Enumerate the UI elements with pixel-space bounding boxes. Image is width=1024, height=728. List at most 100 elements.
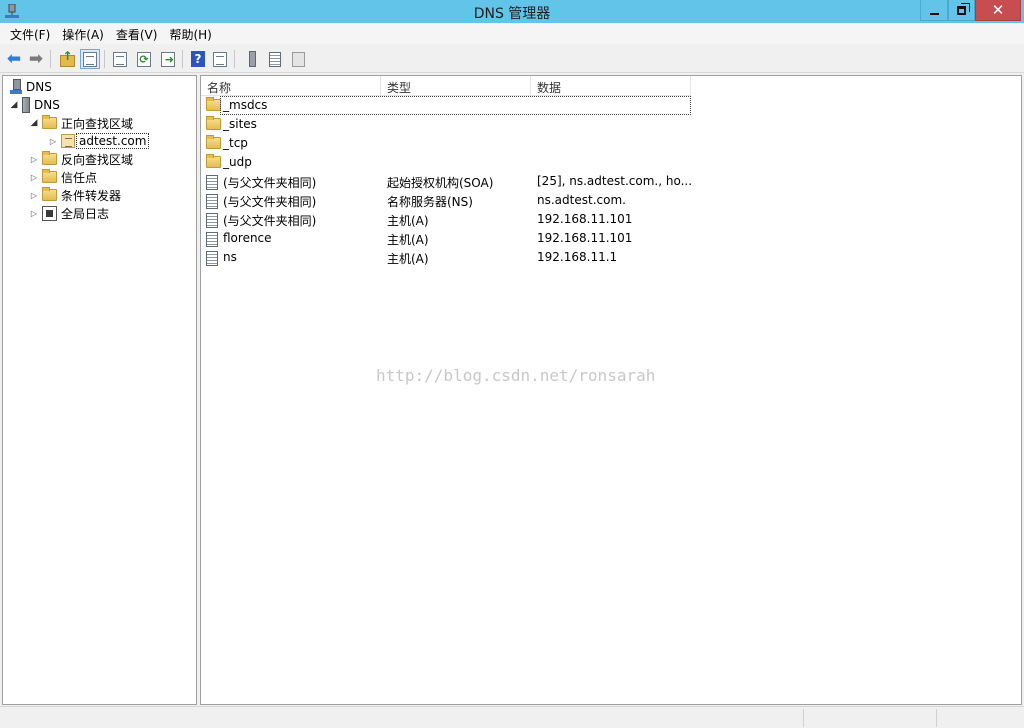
- minimize-icon: [929, 12, 939, 15]
- tree-node-trust-points[interactable]: ▷ 信任点: [29, 168, 97, 186]
- close-button[interactable]: ✕: [975, 0, 1021, 21]
- tree-node-label: DNS: [26, 80, 52, 94]
- folder-icon: [206, 97, 221, 111]
- status-bar: [0, 706, 1024, 728]
- row-name: _sites: [223, 117, 257, 131]
- column-header-data[interactable]: 数据: [531, 76, 691, 96]
- show-tree-icon: [83, 51, 97, 67]
- tree-node-label: adtest.com: [76, 133, 150, 149]
- watermark-text: http://blog.csdn.net/ronsarah: [376, 366, 656, 385]
- expand-arrow-icon[interactable]: ▷: [29, 209, 39, 218]
- back-button[interactable]: ⬅: [4, 49, 24, 69]
- tree-node-reverse-zones[interactable]: ▷ 反向查找区域: [29, 150, 133, 168]
- table-row[interactable]: _msdcs: [201, 96, 1023, 115]
- row-name: (与父文件夹相同): [223, 195, 317, 209]
- server-button[interactable]: [242, 49, 262, 69]
- row-type: 主机(A): [387, 252, 429, 266]
- record-icon: [206, 251, 218, 266]
- back-arrow-icon: ⬅: [6, 48, 22, 69]
- title-bar: DNS 管理器 ✕: [0, 0, 1024, 23]
- toolbar-separator: [50, 50, 51, 68]
- menu-help[interactable]: 帮助(H): [163, 23, 217, 44]
- forward-arrow-icon: ➡: [28, 48, 44, 69]
- dns-root-icon: [10, 79, 22, 95]
- export-list-button[interactable]: ➜: [158, 49, 178, 69]
- window-title: DNS 管理器: [473, 6, 551, 22]
- tree-node-label: 条件转发器: [61, 188, 122, 203]
- row-data: 192.168.11.101: [537, 231, 633, 245]
- table-row[interactable]: (与父文件夹相同) 主机(A) 192.168.11.101: [201, 210, 1023, 229]
- console-icon: [213, 51, 227, 67]
- expand-arrow-icon[interactable]: ▷: [29, 155, 39, 164]
- restore-icon: [957, 2, 970, 15]
- tree-node-adtest-com[interactable]: ▷ adtest.com: [48, 132, 150, 150]
- expand-arrow-icon[interactable]: ▷: [29, 173, 39, 182]
- list-header: 名称 类型 数据: [201, 76, 691, 96]
- show-hide-tree-button[interactable]: [80, 49, 100, 69]
- table-row[interactable]: _tcp: [201, 134, 1023, 153]
- tree-node-label: 信任点: [61, 170, 98, 185]
- row-name: (与父文件夹相同): [223, 214, 317, 228]
- row-name: florence: [223, 231, 272, 245]
- tree-node-label: 全局日志: [61, 206, 110, 221]
- toolbar-separator: [182, 50, 183, 68]
- table-row[interactable]: _udp: [201, 153, 1023, 172]
- focus-outline: [220, 96, 691, 115]
- menu-action[interactable]: 操作(A): [56, 23, 110, 44]
- server-icon: [22, 97, 30, 113]
- table-row[interactable]: (与父文件夹相同) 起始授权机构(SOA) [25], ns.adtest.co…: [201, 172, 1023, 191]
- tree-node-dns-server[interactable]: ◢ DNS: [9, 96, 60, 114]
- row-type: 主机(A): [387, 233, 429, 247]
- refresh-button[interactable]: ⟳: [134, 49, 154, 69]
- table-row[interactable]: florence 主机(A) 192.168.11.101: [201, 229, 1023, 248]
- close-icon: ✕: [991, 0, 1005, 19]
- row-name: _udp: [223, 155, 252, 169]
- console-tree: DNS ◢ DNS ◢ 正向查找区域 ▷ adtest.com ▷ 反向查找区域…: [2, 75, 197, 705]
- menu-file[interactable]: 文件(F): [4, 23, 56, 44]
- folder-icon: [42, 187, 57, 201]
- folder-icon: [42, 115, 57, 129]
- up-one-level-button[interactable]: [57, 49, 77, 69]
- tree-node-global-logs[interactable]: ▷ 全局日志: [29, 204, 109, 222]
- tree-node-label: DNS: [34, 98, 60, 112]
- row-name: (与父文件夹相同): [223, 176, 317, 190]
- console-button[interactable]: [210, 49, 230, 69]
- collapse-arrow-icon[interactable]: ◢: [9, 100, 19, 110]
- zone-record-icon: [291, 51, 305, 67]
- tree-node-conditional-forwarders[interactable]: ▷ 条件转发器: [29, 186, 121, 204]
- zone-record-button[interactable]: [288, 49, 308, 69]
- restore-button[interactable]: [948, 0, 975, 21]
- record-icon: [206, 232, 218, 247]
- properties-button[interactable]: [110, 49, 130, 69]
- row-name: ns: [223, 250, 237, 264]
- table-row[interactable]: ns 主机(A) 192.168.11.1: [201, 248, 1023, 267]
- record-icon: [206, 175, 218, 190]
- help-button[interactable]: ?: [188, 49, 208, 69]
- row-type: 起始授权机构(SOA): [387, 176, 494, 190]
- records-list: 名称 类型 数据 _msdcs _sites _tcp _udp (与父文件夹相…: [200, 75, 1022, 705]
- status-segment: [803, 709, 936, 727]
- zone-icon: [61, 134, 75, 148]
- table-row[interactable]: (与父文件夹相同) 名称服务器(NS) ns.adtest.com.: [201, 191, 1023, 210]
- expand-arrow-icon[interactable]: ▷: [48, 137, 58, 146]
- record-icon: [269, 51, 281, 67]
- column-header-type[interactable]: 类型: [381, 76, 531, 96]
- table-row[interactable]: _sites: [201, 115, 1023, 134]
- tree-node-dns-root[interactable]: DNS: [7, 78, 52, 96]
- new-record-button[interactable]: [265, 49, 285, 69]
- column-header-name[interactable]: 名称: [201, 76, 381, 96]
- record-icon: [206, 194, 218, 209]
- folder-icon: [206, 154, 221, 168]
- up-folder-icon: [59, 49, 75, 67]
- forward-button[interactable]: ➡: [26, 49, 46, 69]
- export-list-icon: ➜: [161, 51, 175, 67]
- collapse-arrow-icon[interactable]: ◢: [29, 118, 39, 128]
- expand-arrow-icon[interactable]: ▷: [29, 191, 39, 200]
- row-data: [25], ns.adtest.com., ho...: [537, 174, 693, 188]
- row-data: 192.168.11.101: [537, 212, 633, 226]
- minimize-button[interactable]: [920, 0, 948, 21]
- properties-icon: [113, 51, 127, 67]
- menu-view[interactable]: 查看(V): [110, 23, 164, 44]
- log-icon: [42, 205, 57, 221]
- tree-node-forward-zones[interactable]: ◢ 正向查找区域: [29, 114, 133, 132]
